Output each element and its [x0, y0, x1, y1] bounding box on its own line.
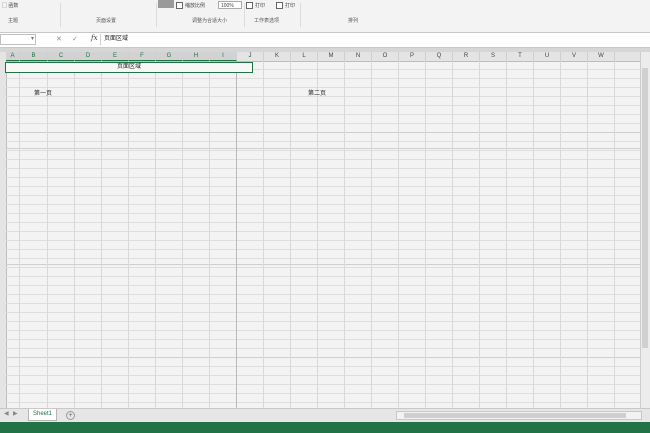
column-gridline — [74, 61, 75, 408]
column-header[interactable]: N — [345, 52, 372, 61]
column-gridline — [533, 61, 534, 408]
print-checkbox-1[interactable]: 打印 — [246, 2, 265, 9]
column-gridline — [614, 61, 615, 408]
column-gridline — [587, 61, 588, 408]
group-separator — [156, 3, 157, 27]
merged-title-cell[interactable]: 页面区域 — [5, 62, 253, 73]
column-header[interactable]: B — [20, 52, 48, 61]
formula-input[interactable]: 页面区域 — [100, 34, 648, 45]
column-gridline — [290, 61, 291, 408]
horizontal-scroll-thumb[interactable] — [404, 413, 626, 418]
column-header[interactable]: J — [237, 52, 264, 61]
column-header[interactable]: T — [507, 52, 534, 61]
ribbon-item-functions[interactable]: ▢ 函数 — [2, 2, 18, 9]
group-separator — [300, 3, 301, 27]
cell-page-one[interactable]: 第一页 — [34, 88, 52, 97]
column-gridline — [344, 61, 345, 408]
column-header[interactable]: A — [6, 52, 20, 61]
name-box[interactable] — [0, 34, 36, 45]
prev-sheet-arrow-icon[interactable]: ◀ — [4, 410, 9, 417]
ribbon-group-labels: 主题 页面设置 调整为合适大小 工作表选项 排列 — [0, 3, 650, 27]
zoom-scale-checkbox[interactable]: 缩放比例 — [176, 2, 205, 9]
column-header[interactable]: I — [210, 52, 237, 61]
group-separator — [60, 3, 61, 27]
group-separator — [244, 3, 245, 27]
sheet-tab-sheet1[interactable]: Sheet1 — [28, 409, 57, 421]
column-gridline — [398, 61, 399, 408]
column-gridline — [236, 61, 237, 408]
column-header[interactable]: L — [291, 52, 318, 61]
group-label-theme: 主题 — [8, 18, 19, 24]
column-header[interactable]: W — [588, 52, 615, 61]
column-header[interactable]: O — [372, 52, 399, 61]
group-label-arrange: 排列 — [348, 18, 359, 24]
column-header[interactable]: V — [561, 52, 588, 61]
column-gridline — [47, 61, 48, 408]
column-header[interactable]: Q — [426, 52, 453, 61]
column-gridline — [155, 61, 156, 408]
column-gridline — [101, 61, 102, 408]
column-gridline — [209, 61, 210, 408]
plus-circle-icon[interactable]: + — [66, 411, 75, 420]
column-gridline — [506, 61, 507, 408]
print-checkbox-2[interactable]: 打印 — [276, 2, 295, 9]
function-icon[interactable]: fx — [91, 34, 98, 42]
group-label-scale-to-fit: 调整为合适大小 — [192, 18, 228, 24]
next-sheet-arrow-icon[interactable]: ▶ — [13, 410, 18, 417]
column-header[interactable]: E — [102, 52, 129, 61]
group-label-page-setup: 页面设置 — [96, 18, 117, 24]
column-header[interactable]: G — [156, 52, 183, 61]
column-header[interactable]: F — [129, 52, 156, 61]
cell-grid[interactable] — [6, 61, 640, 408]
column-gridline — [317, 61, 318, 408]
column-gridline — [371, 61, 372, 408]
ribbon: ▢ 函数 缩放比例 100% 打印 打印 主题 页面设置 调整为合适大小 工作表… — [0, 0, 650, 33]
column-header[interactable]: S — [480, 52, 507, 61]
zoom-input[interactable]: 100% — [218, 1, 242, 9]
column-header[interactable]: K — [264, 52, 291, 61]
column-gridline — [263, 61, 264, 408]
column-gridline — [182, 61, 183, 408]
column-gridline — [452, 61, 453, 408]
column-gridline — [560, 61, 561, 408]
sheet-tab-bar: ◀ ▶ Sheet1 + — [0, 408, 650, 423]
column-header[interactable]: P — [399, 52, 426, 61]
column-header[interactable]: H — [183, 52, 210, 61]
column-header[interactable]: C — [48, 52, 75, 61]
status-bar — [0, 422, 650, 433]
column-header[interactable]: R — [453, 52, 480, 61]
selected-ribbon-button[interactable] — [158, 0, 174, 8]
group-label-sheet-options: 工作表选项 — [254, 18, 280, 24]
column-gridline — [479, 61, 480, 408]
formula-bar: ✕ ✓ fx 页面区域 — [0, 33, 650, 48]
column-header[interactable]: M — [318, 52, 345, 61]
column-header[interactable]: D — [75, 52, 102, 61]
confirm-icon[interactable]: ✓ — [72, 35, 78, 43]
column-header[interactable]: U — [534, 52, 561, 61]
column-gridline — [128, 61, 129, 408]
column-gridline — [425, 61, 426, 408]
cancel-icon[interactable]: ✕ — [56, 35, 62, 43]
cell-page-two[interactable]: 第二页 — [308, 88, 326, 97]
worksheet: ABCDEFGHIJKLMNOPQRSTUVW 页面区域 第一页 第二页 — [0, 52, 650, 408]
ribbon-controls: ▢ 函数 缩放比例 100% 打印 打印 — [0, 0, 650, 12]
column-gridline — [19, 61, 20, 408]
vertical-scroll-thumb[interactable] — [642, 68, 648, 348]
